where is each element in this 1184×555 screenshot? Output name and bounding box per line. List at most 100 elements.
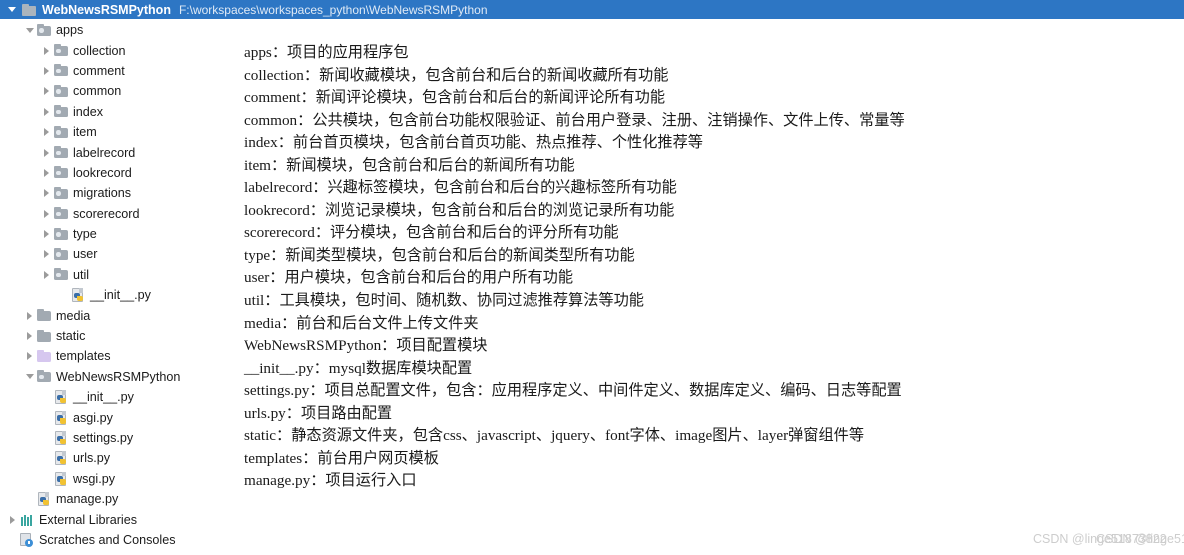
description-line: index：前台首页模块，包含前台首页功能、热点推荐、个性化推荐等 (244, 134, 703, 152)
chevron-down-icon[interactable] (6, 0, 17, 19)
tree-item-label: index (73, 104, 104, 119)
python-file-icon (70, 287, 86, 303)
chevron-right-icon[interactable] (40, 41, 53, 61)
description-line: user：用户模块，包含前台和后台的用户所有功能 (244, 269, 574, 287)
project-tree[interactable]: apps collection comment common index item labe… (0, 20, 236, 550)
external-libraries-icon (19, 512, 35, 528)
tree-item-templates[interactable]: templates (0, 346, 236, 366)
tree-item-comment[interactable]: comment (0, 61, 236, 81)
chevron-right-icon[interactable] (23, 346, 36, 366)
tree-item-webnewsrsmpython[interactable]: WebNewsRSMPython (0, 367, 236, 387)
tree-item-collection[interactable]: collection (0, 40, 236, 60)
tree-item-label: user (73, 247, 98, 262)
description-line: type：新闻类型模块，包含前台和后台的新闻类型所有功能 (244, 246, 635, 264)
tree-item-label: util (73, 267, 90, 282)
tree-item-init-py[interactable]: __init__.py (0, 387, 236, 407)
tree-item-label: labelrecord (73, 145, 136, 160)
tree-item-media[interactable]: media (0, 305, 236, 325)
tree-item-label: common (73, 84, 122, 99)
chevron-right-icon[interactable] (40, 224, 53, 244)
tree-item-init-py[interactable]: __init__.py (0, 285, 236, 305)
folder-module-icon (53, 185, 69, 201)
description-line: static：静态资源文件夹，包含css、javascript、jquery、f… (244, 427, 865, 445)
tree-item-urls-py[interactable]: urls.py (0, 448, 236, 468)
tree-item-item[interactable]: item (0, 122, 236, 142)
description-line: __init__.py：mysql数据库模块配置 (244, 359, 473, 377)
folder-module-icon (53, 104, 69, 120)
chevron-right-icon[interactable] (40, 163, 53, 183)
folder-module-icon (53, 246, 69, 262)
description-line: comment：新闻评论模块，包含前台和后台的新闻评论所有功能 (244, 89, 666, 107)
project-path: F:\workspaces\workspaces_python\WebNewsR… (178, 2, 488, 17)
tree-item-scratches-and-consoles[interactable]: Scratches and Consoles (0, 530, 236, 550)
chevron-right-icon[interactable] (40, 61, 53, 81)
chevron-right-icon[interactable] (40, 204, 53, 224)
folder-icon (36, 308, 52, 324)
tree-item-user[interactable]: user (0, 244, 236, 264)
python-file-icon (53, 430, 69, 446)
description-line: labelrecord：兴趣标签模块，包含前台和后台的兴趣标签所有功能 (244, 179, 677, 197)
folder-module-icon (53, 43, 69, 59)
tree-item-external-libraries[interactable]: External Libraries (0, 509, 236, 529)
tree-item-lookrecord[interactable]: lookrecord (0, 163, 236, 183)
tree-item-label: __init__.py (90, 288, 151, 303)
python-file-icon (53, 471, 69, 487)
tree-item-label: asgi.py (73, 410, 113, 425)
description-line: util：工具模块，包时间、随机数、协同过滤推荐算法等功能 (244, 292, 644, 310)
tree-item-index[interactable]: index (0, 102, 236, 122)
tree-item-asgi-py[interactable]: asgi.py (0, 407, 236, 427)
tree-item-manage-py[interactable]: manage.py (0, 489, 236, 509)
description-line: apps：项目的应用程序包 (244, 44, 409, 61)
chevron-right-icon[interactable] (23, 326, 36, 346)
folder-module-icon (36, 369, 52, 385)
tree-item-apps[interactable]: apps (0, 20, 236, 40)
tree-item-label: static (56, 329, 86, 344)
tree-item-wsgi-py[interactable]: wsgi.py (0, 469, 236, 489)
description-line: media：前台和后台文件上传文件夹 (244, 314, 479, 332)
chevron-right-icon[interactable] (40, 265, 53, 285)
chevron-right-icon[interactable] (40, 183, 53, 203)
folder-icon (21, 2, 37, 18)
python-file-icon (53, 410, 69, 426)
chevron-right-icon[interactable] (6, 510, 19, 530)
description-line: item：新闻模块，包含前台和后台的新闻所有功能 (244, 156, 575, 174)
tree-item-util[interactable]: util (0, 265, 236, 285)
python-file-icon (36, 491, 52, 507)
description-line: common：公共模块，包含前台功能权限验证、前台用户登录、注册、注销操作、文件… (244, 111, 905, 129)
tree-item-label: lookrecord (73, 165, 132, 180)
chevron-right-icon[interactable] (40, 122, 53, 142)
folder-module-icon (53, 226, 69, 242)
folder-module-icon (53, 63, 69, 79)
tree-item-type[interactable]: type (0, 224, 236, 244)
tree-item-settings-py[interactable]: settings.py (0, 428, 236, 448)
chevron-right-icon[interactable] (23, 306, 36, 326)
tree-item-label: migrations (73, 186, 132, 201)
chevron-right-icon[interactable] (40, 81, 53, 101)
chevron-down-icon[interactable] (23, 367, 36, 387)
description-line: urls.py：项目路由配置 (244, 404, 393, 422)
tree-item-labelrecord[interactable]: labelrecord (0, 142, 236, 162)
chevron-right-icon[interactable] (40, 244, 53, 264)
description-line: manage.py：项目运行入口 (244, 472, 417, 490)
description-line: templates：前台用户网页模板 (244, 449, 439, 467)
folder-module-icon (53, 206, 69, 222)
tree-item-label: WebNewsRSMPython (56, 369, 181, 384)
python-file-icon (53, 389, 69, 405)
chevron-right-icon[interactable] (40, 143, 53, 163)
csdn-watermark: CSDN @linge51873822 (1033, 532, 1167, 546)
scratches-icon (19, 532, 35, 548)
chevron-down-icon[interactable] (23, 20, 36, 40)
tree-item-migrations[interactable]: migrations (0, 183, 236, 203)
project-titlebar[interactable]: WebNewsRSMPython F:\workspaces\workspace… (0, 0, 1184, 19)
tree-item-label: External Libraries (39, 512, 137, 527)
tree-item-common[interactable]: common (0, 81, 236, 101)
tree-item-label: collection (73, 43, 126, 58)
tree-item-scorerecord[interactable]: scorerecord (0, 204, 236, 224)
chevron-right-icon[interactable] (40, 102, 53, 122)
description-line: collection：新闻收藏模块，包含前台和后台的新闻收藏所有功能 (244, 66, 669, 84)
tree-item-static[interactable]: static (0, 326, 236, 346)
description-line: WebNewsRSMPython：项目配置模块 (244, 337, 488, 355)
